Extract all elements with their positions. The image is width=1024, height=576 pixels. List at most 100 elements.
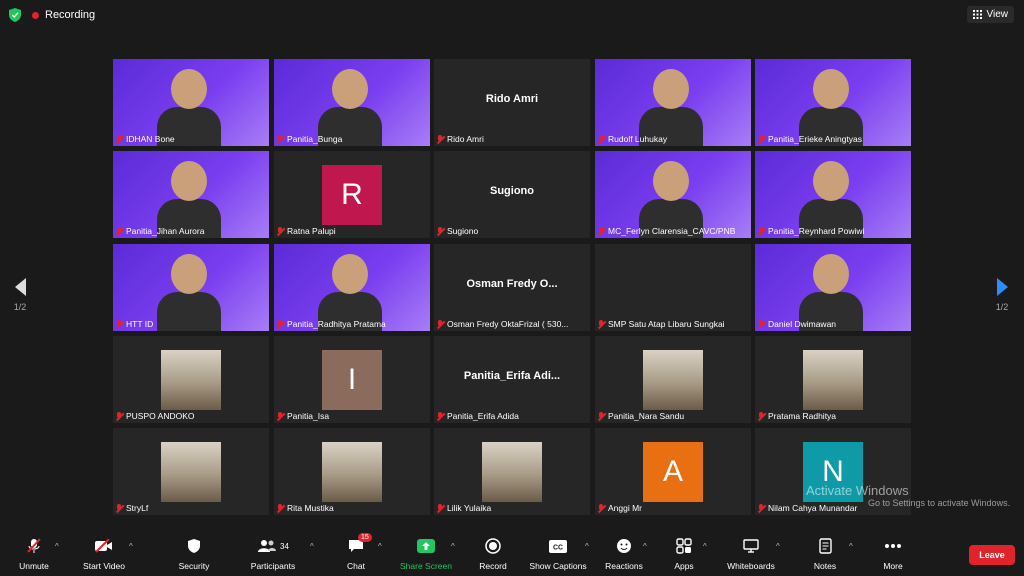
- notes-caret-icon[interactable]: ^: [849, 542, 853, 551]
- next-page-button[interactable]: 1/2: [994, 278, 1010, 312]
- captions-caret-icon[interactable]: ^: [585, 542, 589, 551]
- participant-tile[interactable]: Panitia_Erifa Adi... Panitia_Erifa Adida: [434, 336, 590, 423]
- page-indicator-left: 1/2: [13, 302, 27, 312]
- participant-name-label: Panitia_Nara Sandu: [598, 411, 748, 421]
- apps-caret-icon[interactable]: ^: [703, 542, 707, 551]
- whiteboards-button[interactable]: Whiteboards: [724, 537, 778, 571]
- participant-name-label: Osman Fredy OktaFrizal ( 530...: [437, 319, 587, 329]
- participant-tile[interactable]: Rudolf Luhukay: [595, 59, 751, 146]
- participant-name: Lilik Yulaika: [447, 503, 492, 513]
- participant-tile[interactable]: MC_Ferlyn Clarensia_CAVC/PNB: [595, 151, 751, 238]
- shield-icon[interactable]: [9, 8, 21, 22]
- participant-name-label: Panitia_Bunga: [277, 134, 427, 144]
- participant-tile[interactable]: SMP Satu Atap Libaru Sungkai: [595, 244, 751, 331]
- record-icon: [485, 538, 501, 554]
- audio-options-caret-icon[interactable]: ^: [55, 542, 59, 551]
- reactions-smiley-icon: [617, 539, 631, 553]
- participant-name-label: Rudolf Luhukay: [598, 134, 748, 144]
- microphone-muted-icon: [758, 134, 765, 144]
- participant-name: Panitia_Reynhard Powiwi: [768, 226, 865, 236]
- captions-icon: CC: [549, 539, 567, 553]
- show-captions-button[interactable]: CC Show Captions: [527, 537, 589, 571]
- previous-page-button[interactable]: 1/2: [12, 278, 28, 312]
- participant-tile[interactable]: Panitia_Radhitya Pratama: [274, 244, 430, 331]
- microphone-muted-icon: [116, 503, 123, 513]
- notes-button[interactable]: Notes: [808, 537, 842, 571]
- participants-button[interactable]: 34 Participants: [248, 537, 298, 571]
- microphone-muted-icon: [598, 134, 605, 144]
- recording-indicator[interactable]: Recording: [32, 6, 95, 24]
- microphone-muted-icon: [116, 411, 123, 421]
- start-video-label: Start Video: [83, 561, 125, 571]
- participant-name-label: Anggi Mr: [598, 503, 748, 513]
- video-options-caret-icon[interactable]: ^: [129, 542, 133, 551]
- participant-name-label: Daniel Dwimawan: [758, 319, 908, 329]
- view-button[interactable]: View: [966, 6, 1014, 23]
- microphone-muted-icon: [277, 134, 284, 144]
- microphone-muted-icon: [437, 411, 444, 421]
- participant-tile[interactable]: Sugiono Sugiono: [434, 151, 590, 238]
- participant-display-name: Rido Amri: [485, 93, 539, 105]
- more-dots-icon: [885, 544, 901, 548]
- more-label: More: [883, 561, 903, 571]
- participant-video: [113, 244, 269, 331]
- microphone-muted-icon: [116, 226, 123, 236]
- participants-caret-icon[interactable]: ^: [310, 542, 314, 551]
- unmute-button[interactable]: Unmute: [14, 537, 54, 571]
- page-indicator-right: 1/2: [995, 302, 1009, 312]
- participant-tile[interactable]: A Anggi Mr: [595, 428, 751, 515]
- whiteboards-caret-icon[interactable]: ^: [776, 542, 780, 551]
- apps-button[interactable]: Apps: [668, 537, 700, 571]
- chat-caret-icon[interactable]: ^: [378, 542, 382, 551]
- security-button[interactable]: Security: [174, 537, 214, 571]
- participant-name-label: Panitia_Reynhard Powiwi: [758, 226, 908, 236]
- participant-tile[interactable]: Pratama Radhitya: [755, 336, 911, 423]
- share-screen-button[interactable]: Share Screen: [398, 537, 454, 571]
- leave-button[interactable]: Leave: [969, 545, 1015, 565]
- participant-tile[interactable]: Lilik Yulaika: [434, 428, 590, 515]
- start-video-button[interactable]: Start Video: [78, 537, 130, 571]
- reactions-button[interactable]: Reactions: [603, 537, 645, 571]
- participant-name-label: MC_Ferlyn Clarensia_CAVC/PNB: [598, 226, 748, 236]
- participant-tile[interactable]: Panitia_Jihan Aurora: [113, 151, 269, 238]
- participant-tile[interactable]: Panitia_Reynhard Powiwi: [755, 151, 911, 238]
- participant-tile[interactable]: Daniel Dwimawan: [755, 244, 911, 331]
- share-screen-icon: [417, 539, 435, 553]
- participant-tile[interactable]: Rita Mustika: [274, 428, 430, 515]
- participant-video: [113, 59, 269, 146]
- reactions-label: Reactions: [605, 561, 643, 571]
- microphone-muted-icon: [277, 226, 284, 236]
- reactions-caret-icon[interactable]: ^: [643, 542, 647, 551]
- grid-icon: [972, 10, 982, 19]
- arrow-right-icon: [996, 278, 1008, 296]
- participant-tile[interactable]: Rido Amri Rido Amri: [434, 59, 590, 146]
- participant-tile[interactable]: StryLf: [113, 428, 269, 515]
- security-shield-icon: [188, 539, 200, 553]
- participant-name-label: PUSPO ANDOKO: [116, 411, 266, 421]
- participant-tile[interactable]: Osman Fredy O... Osman Fredy OktaFrizal (…: [434, 244, 590, 331]
- participant-name-label: HTT ID: [116, 319, 266, 329]
- participant-tile[interactable]: I Panitia_Isa: [274, 336, 430, 423]
- participant-tile[interactable]: PUSPO ANDOKO: [113, 336, 269, 423]
- participant-name-label: Pratama Radhitya: [758, 411, 908, 421]
- participant-tile[interactable]: Panitia_Bunga: [274, 59, 430, 146]
- record-button[interactable]: Record: [473, 537, 513, 571]
- participant-tile[interactable]: IDHAN Bone: [113, 59, 269, 146]
- watermark-subtitle: Go to Settings to activate Windows.: [868, 498, 1011, 508]
- participant-name: Rita Mustika: [287, 503, 334, 513]
- microphone-muted-icon: [598, 411, 605, 421]
- share-caret-icon[interactable]: ^: [451, 542, 455, 551]
- chat-button[interactable]: 15 Chat: [336, 533, 376, 571]
- more-button[interactable]: More: [876, 537, 910, 571]
- participant-tile[interactable]: R Ratna Palupi: [274, 151, 430, 238]
- participant-name-label: Rido Amri: [437, 134, 587, 144]
- participant-name: Sugiono: [447, 226, 479, 236]
- participant-tile[interactable]: HTT ID: [113, 244, 269, 331]
- participant-tile[interactable]: Panitia_Erieke Aningtyas: [755, 59, 911, 146]
- participant-tile[interactable]: Panitia_Nara Sandu: [595, 336, 751, 423]
- participant-name: Rido Amri: [447, 134, 484, 144]
- participant-face: [653, 161, 689, 201]
- profile-photo: [482, 442, 542, 502]
- view-label: View: [986, 9, 1009, 20]
- participant-name-label: Panitia_Jihan Aurora: [116, 226, 266, 236]
